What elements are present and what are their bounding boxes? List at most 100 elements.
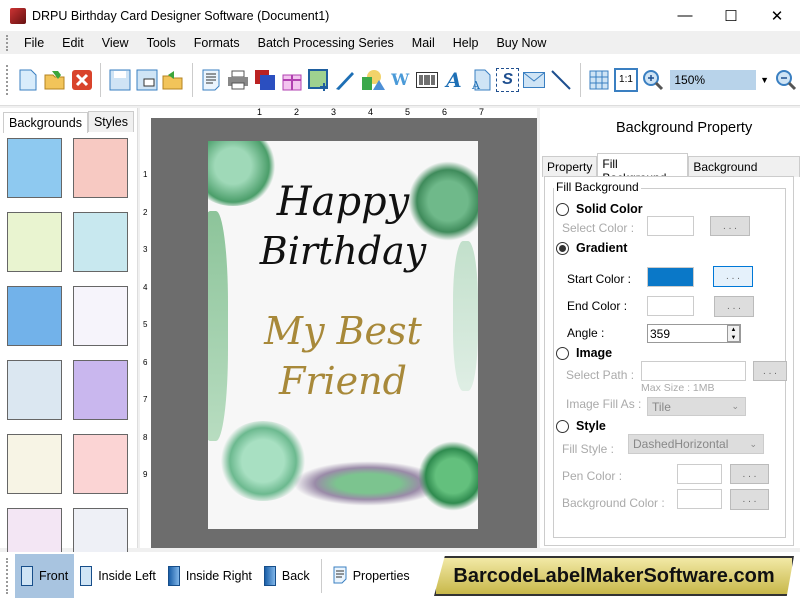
angle-spinner[interactable]: ▲ ▼ (727, 325, 740, 342)
solid-color-radio[interactable]: Solid Color (556, 202, 643, 216)
pen-color-browse-button[interactable]: . . . (730, 464, 769, 484)
menu-view[interactable]: View (93, 36, 138, 50)
window-title: DRPU Birthday Card Designer Software (Do… (32, 8, 330, 23)
max-size-note: Max Size : 1MB (641, 382, 715, 394)
pen-color-label: Pen Color : (562, 469, 623, 483)
pen-icon[interactable] (334, 68, 357, 92)
line-icon[interactable] (550, 68, 573, 92)
background-thumbnail-pink-hearts[interactable] (73, 138, 128, 198)
grid-icon[interactable] (588, 68, 611, 92)
gradient-radio[interactable]: Gradient (556, 241, 627, 255)
text-icon[interactable]: A (442, 68, 465, 92)
menu-file[interactable]: File (15, 36, 53, 50)
pen-color-swatch (677, 464, 722, 484)
background-thumbnail-balloons[interactable] (73, 286, 128, 346)
style-radio[interactable]: Style (556, 419, 606, 433)
background-color-label: Background Color : (562, 496, 665, 510)
menu-formats[interactable]: Formats (185, 36, 249, 50)
tab-background-effects[interactable]: Background Effects (688, 156, 800, 188)
front-label: Front (39, 569, 69, 583)
close-icon[interactable] (71, 68, 94, 92)
view-front-button[interactable]: Front (15, 554, 75, 598)
brand-banner[interactable]: BarcodeLabelMakerSoftware.com (434, 556, 794, 596)
group-title: Fill Background (554, 180, 641, 194)
export-icon[interactable] (162, 68, 185, 92)
properties-button[interactable]: Properties (327, 554, 416, 598)
style-label: Style (576, 419, 606, 433)
background-thumbnail-hearts-stripes[interactable] (73, 434, 128, 494)
menu-help[interactable]: Help (444, 36, 488, 50)
fill-style-select[interactable]: DashedHorizontal ⌄ (628, 434, 764, 454)
save-as-icon[interactable] (135, 68, 158, 92)
background-thumbnail-bears[interactable] (73, 212, 128, 272)
open-icon[interactable] (44, 68, 67, 92)
end-color-swatch (647, 296, 694, 316)
tab-fill-background[interactable]: Fill Background (597, 153, 689, 185)
tab-property[interactable]: Property (542, 156, 598, 177)
properties-icon[interactable] (200, 68, 223, 92)
menu-buy-now[interactable]: Buy Now (487, 36, 555, 50)
card-text-friend[interactable]: Friend (208, 359, 478, 403)
zoom-dropdown-icon[interactable]: ▼ (760, 75, 769, 85)
tab-backgrounds[interactable]: Backgrounds (3, 112, 88, 133)
menu-batch-processing[interactable]: Batch Processing Series (249, 36, 403, 50)
barcode-icon[interactable] (416, 68, 439, 92)
select-path-input[interactable] (641, 361, 746, 381)
background-thumbnail-bubbles[interactable] (7, 360, 62, 420)
toolbar-separator (579, 62, 581, 97)
design-canvas[interactable]: Happy Birthday My Best Friend (151, 118, 537, 548)
background-thumbnail-rainbow[interactable] (73, 360, 128, 420)
zoom-out-icon[interactable] (775, 68, 798, 92)
select-color-swatch (647, 216, 694, 236)
tab-styles[interactable]: Styles (87, 111, 135, 132)
menu-edit[interactable]: Edit (53, 36, 93, 50)
new-icon[interactable] (17, 68, 40, 92)
inside-left-label: Inside Left (98, 569, 156, 583)
zoom-level-input[interactable]: 150% (670, 69, 757, 90)
mail-icon[interactable] (523, 68, 546, 92)
view-inside-right-button[interactable]: Inside Right (162, 554, 258, 598)
image-radio[interactable]: Image (556, 346, 612, 360)
gift-icon[interactable] (280, 68, 303, 92)
card-text-happy[interactable]: Happy (208, 179, 478, 225)
gradient-label: Gradient (576, 241, 628, 255)
menu-mail[interactable]: Mail (403, 36, 444, 50)
close-window-button[interactable]: ✕ (754, 0, 800, 31)
card-text-my-best[interactable]: My Best (208, 309, 478, 353)
start-color-browse-button[interactable]: . . . (713, 266, 753, 287)
inside-right-page-icon (167, 566, 180, 586)
background-thumbnail-stars[interactable] (7, 286, 62, 346)
card-preview[interactable]: Happy Birthday My Best Friend (208, 141, 478, 529)
end-color-browse-button[interactable]: . . . (714, 296, 754, 317)
ruler-tick-label: 3 (143, 245, 148, 254)
text-box-icon[interactable]: A (469, 68, 492, 92)
wordart-icon[interactable]: W (389, 68, 412, 92)
background-thumbnails (0, 132, 137, 574)
minimize-button[interactable]: — (662, 0, 708, 31)
toolbar: W A A S 1:1 150% ▼ (0, 54, 800, 106)
ruler-tick-label: 5 (405, 107, 411, 117)
inside-right-label: Inside Right (185, 569, 252, 583)
card-text-birthday[interactable]: Birthday (208, 229, 478, 273)
select-color-browse-button[interactable]: . . . (710, 216, 750, 236)
insert-image-icon[interactable] (307, 68, 330, 92)
background-color-browse-button[interactable]: . . . (730, 489, 769, 510)
select-path-browse-button[interactable]: . . . (753, 361, 787, 381)
background-thumbnail-happy-birthday[interactable] (7, 434, 62, 494)
ruler-tick-label: 7 (143, 395, 148, 404)
signature-icon[interactable]: S (496, 67, 520, 92)
print-icon[interactable] (227, 68, 250, 92)
view-back-button[interactable]: Back (258, 554, 316, 598)
image-fill-as-value: Tile (652, 399, 671, 414)
zoom-in-icon[interactable] (642, 68, 665, 92)
background-thumbnail-clouds[interactable] (7, 138, 62, 198)
view-inside-left-button[interactable]: Inside Left (74, 554, 162, 598)
save-icon[interactable] (108, 68, 131, 92)
maximize-button[interactable]: ☐ (708, 0, 754, 31)
actual-size-icon[interactable]: 1:1 (614, 67, 638, 92)
menu-tools[interactable]: Tools (138, 36, 185, 50)
image-fill-as-select[interactable]: Tile ⌄ (647, 397, 746, 416)
layers-icon[interactable] (253, 68, 276, 92)
shapes-icon[interactable] (361, 68, 385, 92)
background-thumbnail-daisies[interactable] (7, 212, 62, 272)
